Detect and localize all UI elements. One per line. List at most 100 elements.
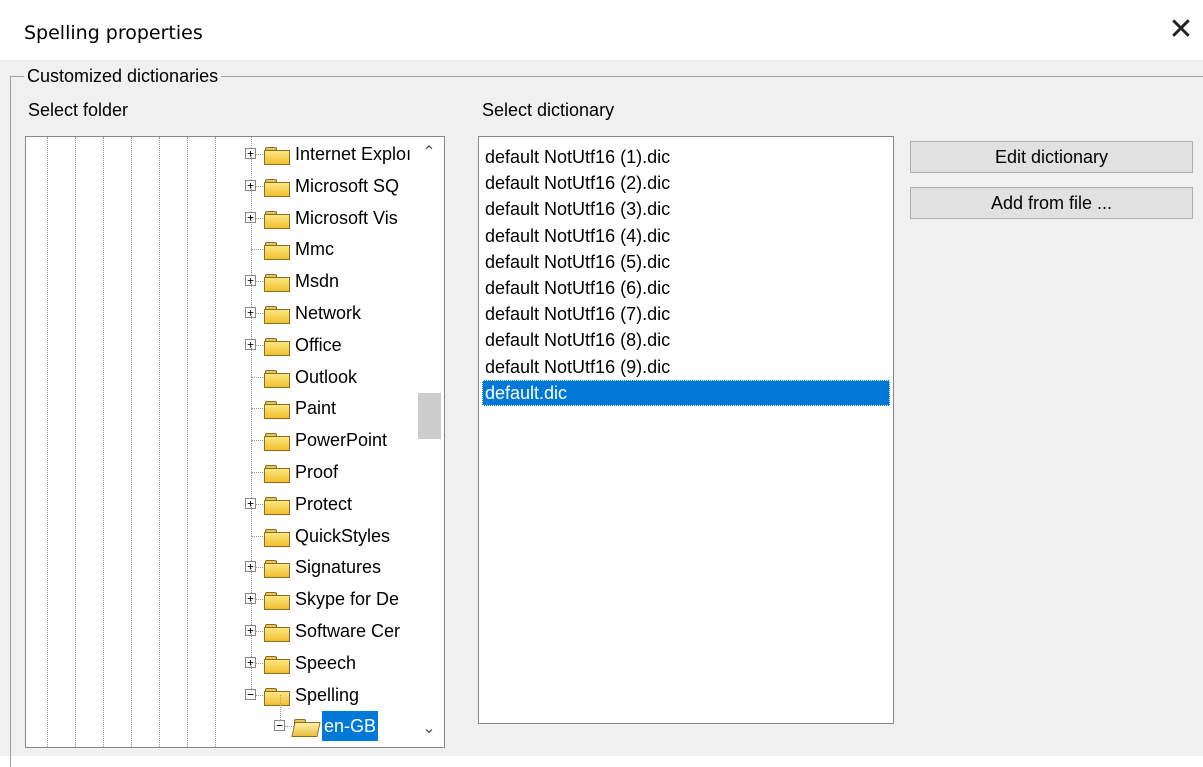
folder-icon — [264, 401, 290, 420]
tree-connector — [251, 472, 265, 473]
folder-body — [264, 627, 290, 642]
folder-body — [264, 595, 290, 611]
tree-item-label: Microsoft Vis — [295, 207, 398, 228]
tree-item-label: Mmc — [295, 239, 334, 260]
dictionary-list[interactable]: default NotUtf16 (1).dic default NotUtf16… — [478, 136, 894, 724]
edit-dictionary-button[interactable]: Edit dictionary — [910, 141, 1193, 173]
folder-icon — [264, 337, 290, 356]
select-dictionary-label: Select dictionary — [482, 100, 615, 120]
tree-item-label: Speech — [295, 652, 357, 673]
tree-connector — [251, 249, 265, 251]
dictionary-item[interactable]: default NotUtf16 (5).dic — [482, 249, 890, 275]
close-icon[interactable]: ✕ — [1163, 14, 1199, 48]
tree-item-label: Protect — [295, 493, 353, 514]
dictionary-item[interactable]: default NotUtf16 (8).dic — [482, 327, 890, 353]
folder-body — [264, 150, 290, 165]
tree-item[interactable]: + Network — [237, 282, 437, 328]
folder-body — [264, 563, 290, 579]
folder-body — [264, 468, 290, 483]
dictionary-item[interactable]: default NotUtf16 (4).dic — [482, 223, 890, 249]
tree-item[interactable]: + Software Cer — [237, 600, 437, 646]
tree-guide-line — [103, 137, 104, 747]
tree-connector — [251, 504, 252, 536]
tree-guide-line — [215, 137, 216, 747]
folder-icon — [264, 496, 290, 515]
folder-icon — [264, 210, 290, 229]
folder-icon — [264, 306, 290, 324]
folder-body — [264, 658, 290, 674]
folder-body — [264, 436, 290, 452]
folder-body — [264, 277, 290, 293]
folder-icon — [264, 592, 290, 611]
folder-body — [264, 340, 290, 356]
tree-item[interactable]: + Microsoft Vis — [237, 186, 437, 233]
tree-connector — [251, 377, 252, 409]
tree-item[interactable]: PowerPoint — [237, 409, 437, 455]
folder-body — [264, 531, 290, 547]
tree-item-label: Paint — [295, 398, 337, 419]
dictionary-item[interactable]: default NotUtf16 (2).dic — [482, 170, 890, 196]
window-title: Spelling properties — [24, 22, 203, 44]
tree-item[interactable]: + Msdn — [237, 250, 437, 296]
tree-scrollbar[interactable]: ⌃ ⌄ — [415, 137, 443, 747]
tree-item-label: Network — [295, 303, 362, 323]
collapse-icon[interactable]: − — [274, 720, 285, 732]
tree-item[interactable]: + Internet Exploı — [237, 137, 437, 169]
tree-item[interactable]: + Office — [237, 313, 437, 360]
title-bar: Spelling properties ✕ — [0, 0, 1203, 61]
folder-icon — [264, 465, 290, 483]
tree-item-label: Office — [295, 334, 342, 355]
folder-icon — [264, 178, 290, 197]
tree-item[interactable]: Outlook — [237, 345, 437, 392]
dictionary-item[interactable]: default NotUtf16 (6).dic — [482, 275, 890, 301]
tree-item[interactable]: − Spelling — [237, 663, 437, 710]
tree-connector — [251, 376, 265, 378]
tree-item[interactable]: + Microsoft SQ — [237, 154, 437, 201]
select-folder-label: Select folder — [28, 100, 129, 120]
folder-body — [264, 372, 290, 388]
folder-body — [264, 690, 290, 706]
scroll-up-icon[interactable]: ⌃ — [415, 141, 443, 165]
tree-item[interactable]: Mmc — [237, 218, 437, 264]
add-from-file-button[interactable]: Add from file ... — [910, 187, 1193, 219]
dictionary-item[interactable]: default NotUtf16 (7).dic — [482, 301, 890, 327]
folder-icon — [264, 433, 290, 452]
scroll-thumb[interactable] — [418, 393, 441, 439]
dialog-client-area: Customized dictionaries Select folder Se… — [0, 61, 1203, 767]
folder-body — [264, 309, 290, 324]
tree-connector — [251, 441, 252, 472]
tree-item[interactable]: + Protect — [237, 472, 437, 519]
tree-item-label: Internet Exploı — [295, 144, 412, 164]
dictionary-item[interactable]: default NotUtf16 (3).dic — [482, 196, 890, 222]
tree-connector — [251, 535, 265, 537]
tree-item[interactable]: QuickStyles — [237, 504, 437, 551]
tree-item[interactable]: + Skype for De — [237, 568, 437, 614]
tree-connector — [251, 409, 252, 441]
dictionary-item[interactable]: default NotUtf16 (9).dic — [482, 354, 890, 380]
tree-item-label: Outlook — [295, 366, 358, 387]
folder-body — [291, 722, 321, 738]
folder-icon — [264, 147, 290, 165]
tree-item[interactable]: + Speech — [237, 631, 437, 678]
folder-icon — [264, 242, 290, 261]
tree-item[interactable]: Paint — [237, 377, 437, 423]
collapse-icon[interactable]: − — [245, 688, 256, 700]
tree-connector — [251, 440, 265, 442]
tree-item-label: PowerPoint — [295, 430, 388, 451]
scroll-down-icon[interactable]: ⌄ — [415, 717, 443, 741]
tree-guide-line — [159, 137, 160, 747]
folder-icon — [264, 560, 290, 579]
tree-item-label: en-GB — [322, 711, 379, 742]
folder-icon — [264, 528, 290, 547]
dictionary-item[interactable]: default.dic — [482, 379, 890, 406]
tree-guide-line — [131, 137, 132, 747]
tree-item[interactable]: + Signatures — [237, 536, 437, 582]
tree-item[interactable]: Proof — [237, 441, 437, 487]
folder-tree[interactable]: + Internet Exploı + Microsoft SQ + Microsoft … — [25, 136, 445, 748]
folder-icon — [264, 369, 290, 388]
tree-item-label: Software Cer — [295, 621, 401, 641]
dictionary-item[interactable]: default NotUtf16 (1).dic — [482, 144, 890, 170]
tree-item-label: Microsoft SQ — [295, 175, 400, 196]
folder-body — [264, 181, 290, 197]
folder-icon — [264, 274, 290, 293]
